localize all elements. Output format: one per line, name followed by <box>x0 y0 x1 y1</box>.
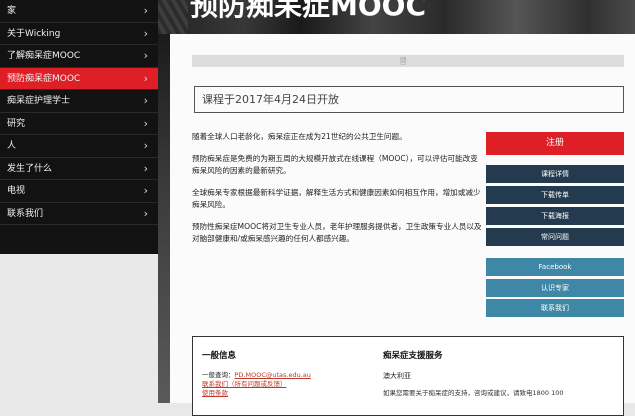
course-description: 随着全球人口老龄化，痴呆症正在成为21世纪的公共卫生问题。 预防痴呆症是免费的为… <box>192 131 482 255</box>
general-info-section: 一般信息 一般查询：PD.MOOC@utas.edu.au 联系我们（所有问题或… <box>202 349 382 398</box>
chevron-right-icon: › <box>143 94 148 107</box>
main-content: 🖹 课程于2017年4月24日开放 随着全球人口老龄化，痴呆症正在成为21世纪的… <box>170 34 635 416</box>
hero-banner: 预防痴呆症MOOC <box>158 0 635 34</box>
image-icon: 🖹 <box>400 57 407 66</box>
facebook-button[interactable]: Facebook <box>486 258 624 276</box>
description-paragraph: 预防性痴呆症MOOC将对卫生专业人员，老年护理服务提供者，卫生政策专业人员以及对… <box>192 221 482 244</box>
course-details-button[interactable]: 课程详情 <box>486 165 624 183</box>
sidebar-item-tv[interactable]: 电视 › <box>0 180 158 203</box>
social-buttons: Facebook 认识专家 联系我们 <box>486 258 624 320</box>
sidebar-item-label: 痴呆症护理学士 <box>7 96 71 106</box>
sidebar-item-contact-us[interactable]: 联系我们 › <box>0 203 158 225</box>
meet-experts-button[interactable]: 认识专家 <box>486 278 624 297</box>
faq-button[interactable]: 常问问题 <box>486 228 624 246</box>
info-box: 一般信息 一般查询：PD.MOOC@utas.edu.au 联系我们（所有问题或… <box>192 336 624 416</box>
sidebar-item-research[interactable]: 研究 › <box>0 113 158 135</box>
page-title: 预防痴呆症MOOC <box>190 0 427 22</box>
chevron-right-icon: › <box>143 49 148 62</box>
general-info-heading: 一般信息 <box>202 351 237 361</box>
chevron-right-icon: › <box>143 161 148 175</box>
sidebar-item-label: 了解痴呆症MOOC <box>7 51 81 61</box>
dementia-support-heading: 痴呆症支援服务 <box>383 351 443 361</box>
sidebar-item-people[interactable]: 人 › <box>0 135 158 158</box>
terms-of-use-link[interactable]: 使用条款 <box>202 389 382 398</box>
chevron-right-icon: › <box>143 26 148 40</box>
background-image-strip <box>158 34 170 403</box>
action-buttons: 注册 课程详情 下载传单 下载海报 常问问题 <box>486 132 624 249</box>
sidebar-item-home[interactable]: 家 › <box>0 0 158 23</box>
sidebar-item-label: 关于Wicking <box>7 28 61 39</box>
dementia-support-section: 痴呆症支援服务 澳大利亚 如果您需要关于痴呆症的支持，咨询或建议，请致电1800… <box>383 349 618 398</box>
image-placeholder: 🖹 <box>192 55 624 67</box>
chevron-right-icon: › <box>143 206 148 220</box>
support-description: 如果您需要关于痴呆症的支持，咨询或建议，请致电1800 100 <box>383 389 564 397</box>
sidebar-item-preventing-dementia-mooc[interactable]: 预防痴呆症MOOC › <box>0 67 158 90</box>
chevron-right-icon: › <box>143 71 148 85</box>
chevron-right-icon: › <box>143 116 148 130</box>
sidebar-item-understanding-dementia-mooc[interactable]: 了解痴呆症MOOC › <box>0 45 158 68</box>
enquiry-label: 一般查询： <box>202 371 235 379</box>
chevron-right-icon: › <box>143 139 148 152</box>
chevron-right-icon: › <box>143 184 148 197</box>
description-paragraph: 全球痴呆专家根据最新科学证据，解释生活方式和健康因素如何相互作用，增加或减少痴呆… <box>192 187 481 210</box>
sidebar-item-label: 研究 <box>7 118 26 129</box>
general-enquiry-line: 一般查询：PD.MOOC@utas.edu.au <box>202 371 382 380</box>
sidebar-item-label: 家 <box>7 6 17 16</box>
sidebar-item-about-wicking[interactable]: 关于Wicking › <box>0 23 158 45</box>
sidebar-item-dementia-care-bachelor[interactable]: 痴呆症护理学士 › <box>0 90 158 113</box>
sidebar: 家 › 关于Wicking › 了解痴呆症MOOC › 预防痴呆症MOOC › 痴呆症护… <box>0 0 158 254</box>
description-paragraph: 随着全球人口老龄化，痴呆症正在成为21世纪的公共卫生问题。 <box>192 132 407 141</box>
register-button[interactable]: 注册 <box>486 132 624 155</box>
download-poster-button[interactable]: 下载海报 <box>486 207 624 225</box>
sidebar-item-label: 人 <box>7 141 17 151</box>
sidebar-item-label: 预防痴呆症MOOC <box>7 73 81 84</box>
hero-background-image <box>158 0 188 34</box>
description-paragraph: 预防痴呆症是免费的为期五周的大规模开放式在线课程（MOOC），可以评估可能改变痴… <box>192 153 478 176</box>
feedback-link[interactable]: 联系我们（所有问题或反馈） <box>202 380 382 389</box>
chevron-right-icon: › <box>143 4 148 17</box>
contact-us-button[interactable]: 联系我们 <box>486 299 624 317</box>
enquiry-email-link[interactable]: PD.MOOC@utas.edu.au <box>235 371 311 379</box>
sidebar-item-label: 联系我们 <box>7 208 44 219</box>
download-flyer-button[interactable]: 下载传单 <box>486 186 624 204</box>
support-country: 澳大利亚 <box>383 372 411 380</box>
sidebar-item-label: 发生了什么 <box>7 163 53 174</box>
course-date-banner: 课程于2017年4月24日开放 <box>194 86 624 113</box>
sidebar-item-whats-happening[interactable]: 发生了什么 › <box>0 158 158 180</box>
sidebar-item-label: 电视 <box>7 186 26 196</box>
